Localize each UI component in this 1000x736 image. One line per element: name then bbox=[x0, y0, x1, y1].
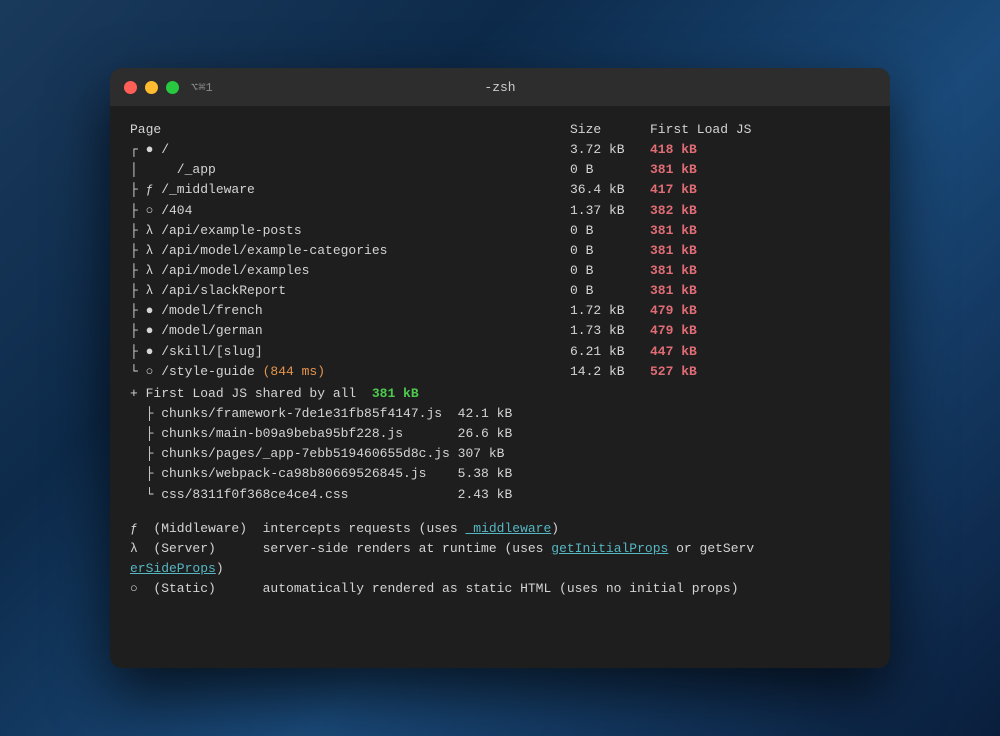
chunk-row: ├ chunks/webpack-ca98b80669526845.js 5.3… bbox=[130, 464, 870, 484]
table-row: ┌ ● / 3.72 kB 418 kB bbox=[130, 140, 870, 160]
minimize-button[interactable] bbox=[145, 81, 158, 94]
chunk-row: ├ chunks/framework-7de1e31fb85f4147.js 4… bbox=[130, 404, 870, 424]
chunk-row: ├ chunks/main-b09a9beba95bf228.js 26.6 k… bbox=[130, 424, 870, 444]
title-bar-controls: ⌥⌘1 bbox=[191, 80, 213, 95]
table-row: ├ ● /skill/[slug] 6.21 kB 447 kB bbox=[130, 342, 870, 362]
title-bar: ⌥⌘1 -zsh bbox=[110, 68, 890, 106]
header-size: Size bbox=[570, 120, 650, 140]
terminal-body[interactable]: Page Size First Load JS ┌ ● / 3.72 kB 41… bbox=[110, 106, 890, 668]
terminal-window: ⌥⌘1 -zsh Page Size First Load JS ┌ ● / 3… bbox=[110, 68, 890, 668]
table-row: │ /_app 0 B 381 kB bbox=[130, 160, 870, 180]
chunk-row: ├ chunks/pages/_app-7ebb519460655d8c.js … bbox=[130, 444, 870, 464]
chunk-row: └ css/8311f0f368ce4ce4.css 2.43 kB bbox=[130, 485, 870, 505]
maximize-button[interactable] bbox=[166, 81, 179, 94]
legend-row-continuation: erSideProps) bbox=[130, 559, 870, 579]
table-row: └ ○ /style-guide (844 ms) 14.2 kB 527 kB bbox=[130, 362, 870, 382]
header-firstload: First Load JS bbox=[650, 120, 751, 140]
legend-row: ○ (Static) automatically rendered as sta… bbox=[130, 579, 870, 599]
close-button[interactable] bbox=[124, 81, 137, 94]
table-row: ├ ○ /404 1.37 kB 382 kB bbox=[130, 201, 870, 221]
legend-row: λ (Server) server-side renders at runtim… bbox=[130, 539, 870, 559]
keyboard-shortcut-label: ⌥⌘1 bbox=[191, 80, 213, 95]
table-row: ├ λ /api/model/examples 0 B 381 kB bbox=[130, 261, 870, 281]
table-row: ├ ● /model/french 1.72 kB 479 kB bbox=[130, 301, 870, 321]
table-row: ├ λ /api/example-posts 0 B 381 kB bbox=[130, 221, 870, 241]
shared-row: + First Load JS shared by all 381 kB bbox=[130, 384, 870, 404]
window-title: -zsh bbox=[484, 80, 515, 95]
legend-row: ƒ (Middleware) intercepts requests (uses… bbox=[130, 519, 870, 539]
header-page: Page bbox=[130, 120, 570, 140]
table-row: ├ λ /api/slackReport 0 B 381 kB bbox=[130, 281, 870, 301]
table-row: ├ λ /api/model/example-categories 0 B 38… bbox=[130, 241, 870, 261]
header-row: Page Size First Load JS bbox=[130, 120, 870, 140]
table-row: ├ ● /model/german 1.73 kB 479 kB bbox=[130, 321, 870, 341]
table-row: ├ ƒ /_middleware 36.4 kB 417 kB bbox=[130, 180, 870, 200]
traffic-lights bbox=[124, 81, 179, 94]
